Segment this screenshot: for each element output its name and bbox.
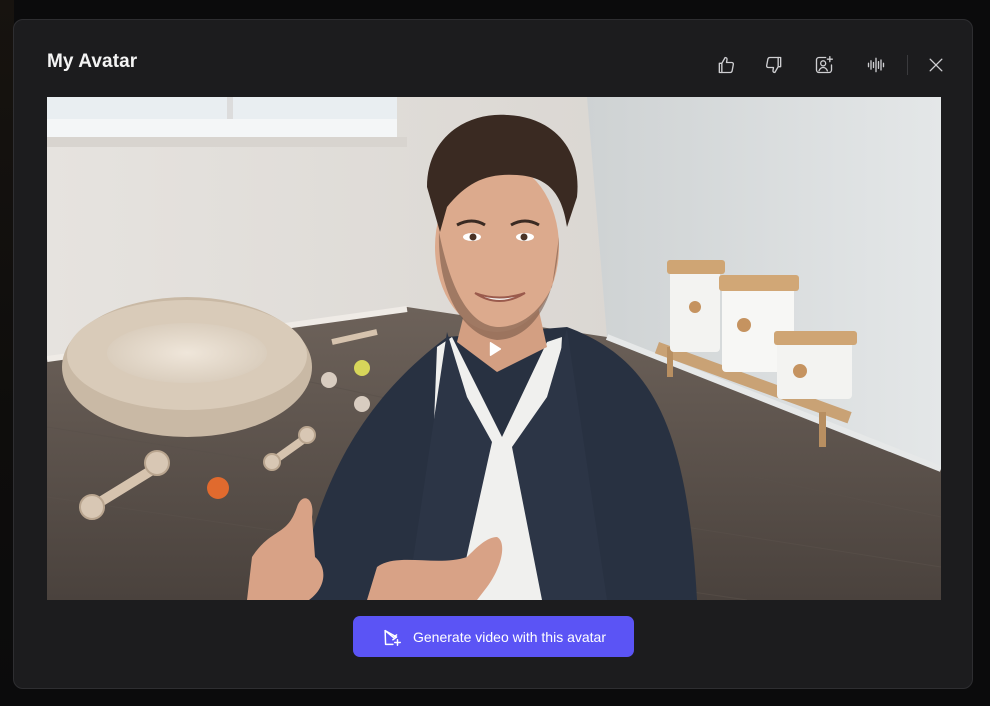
avatar-add-icon [815, 56, 833, 74]
play-icon [489, 342, 502, 356]
video-add-icon [384, 629, 401, 646]
generate-video-label: Generate video with this avatar [413, 628, 606, 645]
close-icon [929, 58, 943, 72]
modal-toolbar [14, 53, 972, 77]
backdrop [0, 0, 14, 706]
toolbar-divider [907, 55, 908, 75]
avatar-modal: My Avatar Generate video with this avata… [13, 19, 973, 689]
thumbs-up-icon [718, 56, 735, 74]
play-button[interactable] [484, 338, 506, 360]
avatar-add-button[interactable] [812, 53, 836, 77]
thumbs-down-icon [765, 56, 782, 74]
voice-button[interactable] [864, 53, 888, 77]
generate-video-button[interactable]: Generate video with this avatar [353, 616, 634, 657]
voice-waveform-icon [867, 57, 885, 73]
thumbs-up-button[interactable] [714, 53, 738, 77]
close-button[interactable] [924, 53, 948, 77]
avatar-video-player[interactable] [47, 97, 941, 600]
thumbs-down-button[interactable] [762, 53, 786, 77]
